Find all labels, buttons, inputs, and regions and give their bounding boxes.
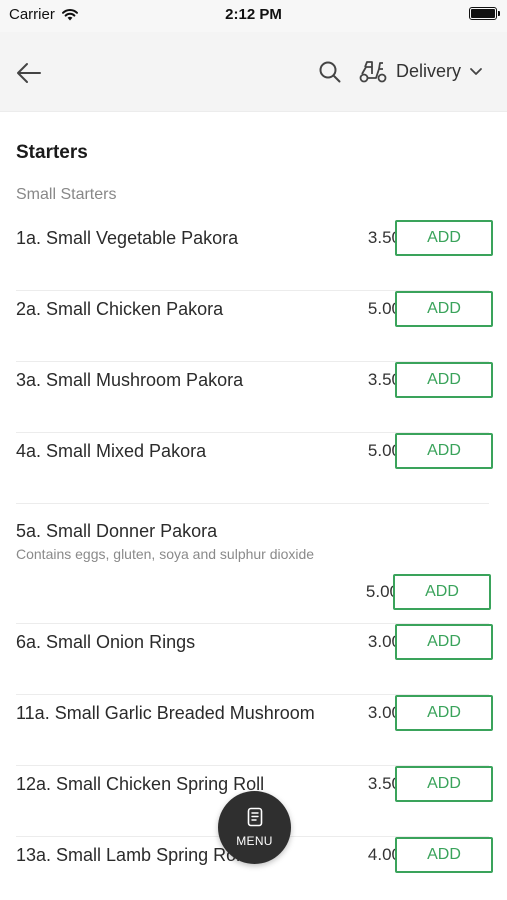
delivery-mode-selector[interactable]: Delivery xyxy=(358,58,483,84)
menu-item: 3a. Small Mushroom Pakora 3.50 ADD xyxy=(16,362,493,433)
menu-content: Starters Small Starters 1a. Small Vegeta… xyxy=(0,142,507,900)
item-name: 13a. Small Lamb Spring Roll xyxy=(16,845,245,865)
menu-fab-button[interactable]: MENU xyxy=(218,791,291,864)
item-name: 11a. Small Garlic Breaded Mushroom xyxy=(16,703,315,723)
menu-item: 5a. Small Donner Pakora Contains eggs, g… xyxy=(16,504,491,624)
item-description: Contains eggs, gluten, soya and sulphur … xyxy=(16,546,315,562)
add-button[interactable]: ADD xyxy=(395,766,493,802)
back-button[interactable] xyxy=(14,58,44,88)
menu-card-icon xyxy=(247,807,262,827)
item-name: 2a. Small Chicken Pakora xyxy=(16,299,224,319)
item-name: 3a. Small Mushroom Pakora xyxy=(16,370,244,390)
item-name: 1a. Small Vegetable Pakora xyxy=(16,228,239,248)
back-arrow-icon xyxy=(17,63,41,83)
menu-item: 4a. Small Mixed Pakora 5.00 ADD xyxy=(16,433,493,504)
add-button[interactable]: ADD xyxy=(395,837,493,873)
scooter-icon xyxy=(359,61,387,83)
item-name: 6a. Small Onion Rings xyxy=(16,632,196,652)
delivery-label: Delivery xyxy=(396,60,462,81)
item-name: 4a. Small Mixed Pakora xyxy=(16,441,207,461)
add-button[interactable]: ADD xyxy=(395,362,493,398)
menu-item: 11a. Small Garlic Breaded Mushroom 3.00 … xyxy=(16,695,493,766)
menu-item: 1a. Small Vegetable Pakora 3.50 ADD xyxy=(16,220,493,291)
section-title: Starters xyxy=(16,142,88,163)
add-button[interactable]: ADD xyxy=(395,291,493,327)
chevron-down-icon xyxy=(470,68,482,75)
add-button[interactable]: ADD xyxy=(395,220,493,256)
add-button[interactable]: ADD xyxy=(395,624,493,660)
search-button[interactable] xyxy=(318,60,342,84)
status-bar: Carrier 2:12 PM xyxy=(0,0,507,32)
subsection-title: Small Starters xyxy=(16,186,117,203)
nav-bar: Delivery xyxy=(0,32,507,112)
status-time: 2:12 PM xyxy=(225,6,282,23)
add-button[interactable]: ADD xyxy=(393,574,491,610)
item-name: 5a. Small Donner Pakora xyxy=(16,521,218,541)
add-button[interactable]: ADD xyxy=(395,695,493,731)
menu-item: 6a. Small Onion Rings 3.00 ADD xyxy=(16,624,493,695)
battery-icon xyxy=(469,7,500,20)
search-icon xyxy=(319,61,341,83)
fab-label: MENU xyxy=(236,834,273,848)
add-button[interactable]: ADD xyxy=(395,433,493,469)
menu-item: 2a. Small Chicken Pakora 5.00 ADD xyxy=(16,291,493,362)
